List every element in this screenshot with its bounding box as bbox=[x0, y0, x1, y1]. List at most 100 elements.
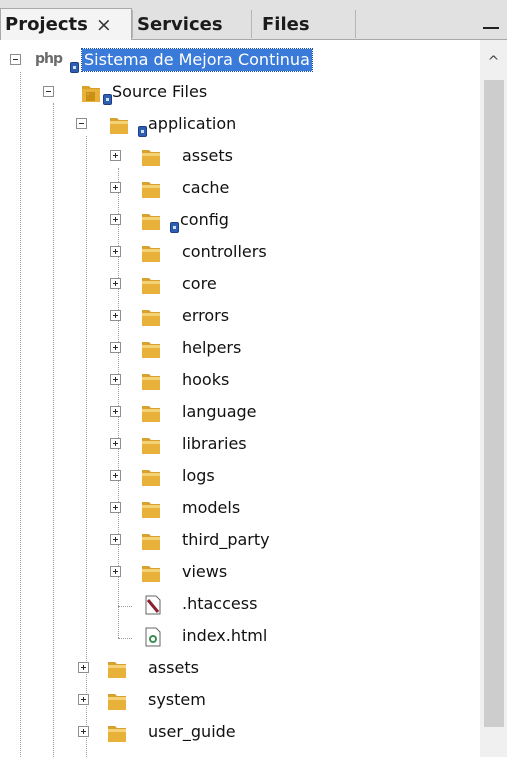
tree-node-app-child[interactable]: views bbox=[0, 560, 480, 586]
folder-icon bbox=[140, 274, 162, 296]
tree-node-application[interactable]: application bbox=[0, 112, 480, 138]
tree-node-folder[interactable]: system bbox=[0, 688, 480, 714]
expand-icon[interactable] bbox=[78, 726, 89, 737]
expand-icon[interactable] bbox=[110, 150, 121, 161]
tree-node-label: .htaccess bbox=[182, 594, 258, 613]
folder-icon bbox=[140, 370, 162, 392]
php-project-icon: php bbox=[35, 51, 63, 67]
scroll-up-arrow[interactable]: ^ bbox=[480, 50, 507, 74]
tree-node-app-child[interactable]: controllers bbox=[0, 240, 480, 266]
tree-node-label: errors bbox=[182, 306, 230, 325]
tab-projects[interactable]: Projects × bbox=[0, 8, 132, 40]
html-file-icon bbox=[142, 626, 164, 648]
tree-node-source-files[interactable]: Source Files bbox=[0, 80, 480, 106]
folder-icon bbox=[140, 562, 162, 584]
close-icon[interactable]: × bbox=[96, 14, 112, 36]
folder-icon bbox=[140, 242, 162, 264]
tree-node-label: cache bbox=[182, 178, 230, 197]
collapse-icon[interactable] bbox=[43, 86, 54, 97]
expand-icon[interactable] bbox=[110, 214, 121, 225]
source-files-icon bbox=[80, 82, 102, 104]
tab-strip: Projects × Services Files bbox=[0, 0, 507, 40]
expand-icon[interactable] bbox=[110, 406, 121, 417]
version-badge-icon bbox=[138, 126, 147, 137]
tree-node-file[interactable]: index.html bbox=[0, 624, 480, 650]
tree-node-label: helpers bbox=[182, 338, 242, 357]
tree-node-label: views bbox=[182, 562, 228, 581]
expand-icon[interactable] bbox=[110, 278, 121, 289]
tree-node-label: models bbox=[182, 498, 241, 517]
tree-node-file[interactable]: .htaccess bbox=[0, 592, 480, 618]
expand-icon[interactable] bbox=[110, 246, 121, 257]
expand-icon[interactable] bbox=[78, 662, 89, 673]
minimize-icon[interactable] bbox=[483, 27, 499, 29]
tree-node-app-child[interactable]: logs bbox=[0, 464, 480, 490]
folder-icon bbox=[140, 146, 162, 168]
tree-node-label: Source Files bbox=[112, 82, 208, 101]
expand-icon[interactable] bbox=[110, 438, 121, 449]
tree-node-label: application bbox=[148, 114, 237, 133]
tree-node-app-child[interactable]: assets bbox=[0, 144, 480, 170]
tree-node-app-child[interactable]: hooks bbox=[0, 368, 480, 394]
folder-icon bbox=[106, 658, 128, 680]
expand-icon[interactable] bbox=[110, 566, 121, 577]
folder-icon bbox=[140, 434, 162, 456]
expand-icon[interactable] bbox=[110, 470, 121, 481]
tree-node-app-child[interactable]: language bbox=[0, 400, 480, 426]
scrollbar-thumb[interactable] bbox=[484, 80, 504, 727]
version-badge-icon bbox=[103, 94, 112, 105]
folder-icon bbox=[140, 178, 162, 200]
tree-node-label: language bbox=[182, 402, 257, 421]
tab-separator bbox=[355, 10, 356, 38]
folder-icon bbox=[140, 498, 162, 520]
expand-icon[interactable] bbox=[110, 182, 121, 193]
tab-services[interactable]: Services bbox=[133, 8, 251, 40]
tree-node-label: core bbox=[182, 274, 217, 293]
tree-node-app-child[interactable]: core bbox=[0, 272, 480, 298]
tree-node-app-child[interactable]: errors bbox=[0, 304, 480, 330]
tab-files-label: Files bbox=[262, 13, 310, 35]
tab-files[interactable]: Files bbox=[252, 8, 354, 40]
expand-icon[interactable] bbox=[110, 502, 121, 513]
expand-icon[interactable] bbox=[78, 694, 89, 705]
htaccess-file-icon bbox=[142, 594, 164, 616]
tree-node-app-child[interactable]: models bbox=[0, 496, 480, 522]
collapse-icon[interactable] bbox=[76, 118, 87, 129]
expand-icon[interactable] bbox=[110, 342, 121, 353]
expand-icon[interactable] bbox=[110, 534, 121, 545]
tab-projects-label: Projects bbox=[5, 14, 88, 35]
folder-icon bbox=[140, 530, 162, 552]
tree-node-label: third_party bbox=[182, 530, 270, 549]
tree-node-label: controllers bbox=[182, 242, 267, 261]
tree-node-app-child[interactable]: third_party bbox=[0, 528, 480, 554]
project-tree[interactable]: php Sistema de Mejora Continua Source File… bbox=[0, 40, 480, 757]
collapse-icon[interactable] bbox=[10, 54, 21, 65]
tree-node-app-child[interactable]: helpers bbox=[0, 336, 480, 362]
expand-icon[interactable] bbox=[110, 310, 121, 321]
folder-icon bbox=[106, 722, 128, 744]
folder-icon bbox=[140, 338, 162, 360]
tab-services-label: Services bbox=[137, 13, 223, 35]
folder-icon bbox=[140, 210, 162, 232]
tree-node-label: assets bbox=[182, 146, 233, 165]
tree-node-app-child[interactable]: config bbox=[0, 208, 480, 234]
folder-icon bbox=[140, 402, 162, 424]
tree-node-project-root[interactable]: php Sistema de Mejora Continua bbox=[0, 48, 480, 74]
folder-icon bbox=[108, 114, 130, 136]
tree-node-label: assets bbox=[148, 658, 199, 677]
tree-node-label: config bbox=[180, 210, 229, 229]
tree-node-label: hooks bbox=[182, 370, 230, 389]
folder-icon bbox=[140, 466, 162, 488]
tree-node-label: user_guide bbox=[148, 722, 236, 741]
expand-icon[interactable] bbox=[110, 374, 121, 385]
tree-node-app-child[interactable]: cache bbox=[0, 176, 480, 202]
tree-node-folder[interactable]: assets bbox=[0, 656, 480, 682]
version-badge-icon bbox=[70, 62, 79, 73]
tree-node-app-child[interactable]: libraries bbox=[0, 432, 480, 458]
tree-node-label: libraries bbox=[182, 434, 247, 453]
project-name-label: Sistema de Mejora Continua bbox=[81, 48, 313, 72]
version-badge-icon bbox=[170, 222, 179, 233]
tree-node-label: index.html bbox=[182, 626, 268, 645]
tree-node-label: system bbox=[148, 690, 206, 709]
tree-node-folder[interactable]: user_guide bbox=[0, 720, 480, 746]
